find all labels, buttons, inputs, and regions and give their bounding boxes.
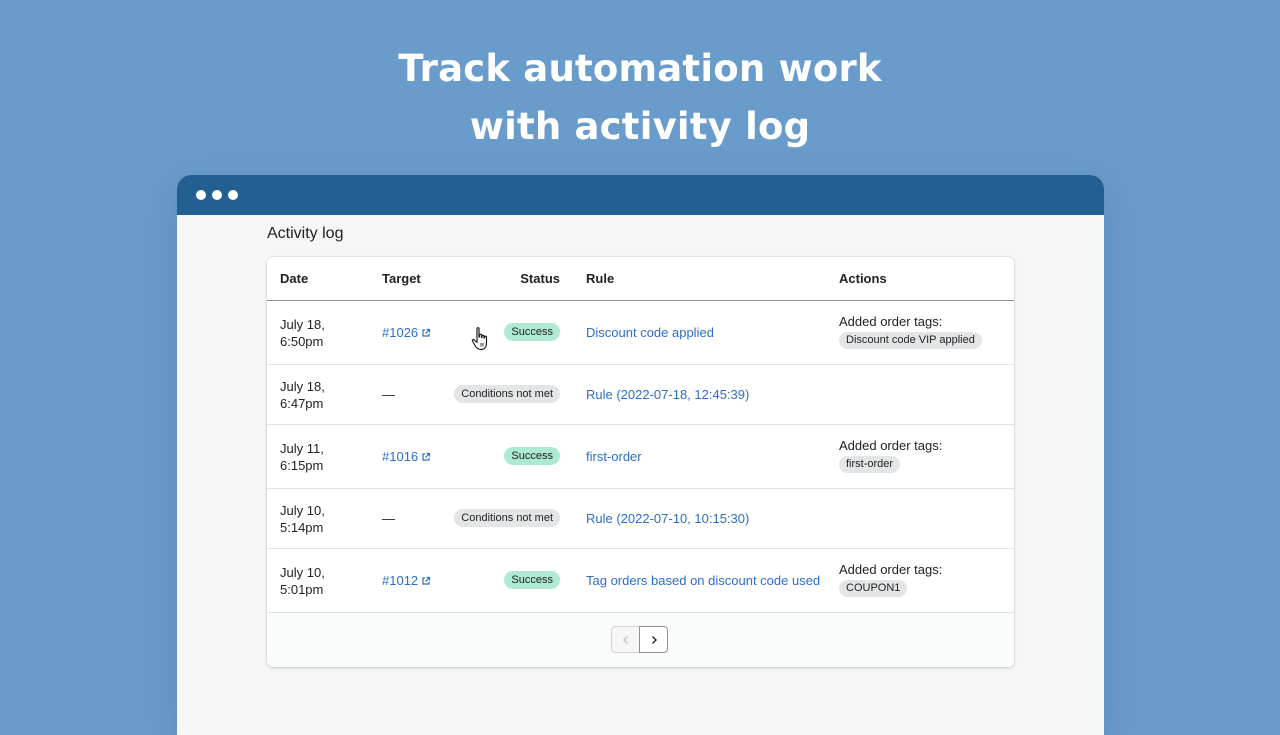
pagination: [611, 626, 668, 653]
status-badge-cell: Conditions not met: [454, 384, 560, 403]
column-header-status[interactable]: Status: [520, 257, 560, 300]
empty-target: —: [382, 510, 395, 526]
rule-link[interactable]: Tag orders based on discount code used: [586, 573, 820, 588]
empty-target: —: [382, 386, 395, 402]
date-line: July 18,: [280, 378, 325, 394]
chevron-left-icon: [622, 635, 628, 644]
action-label: Added order tags:: [839, 437, 943, 453]
rule-link[interactable]: Rule (2022-07-10, 10:15:30): [586, 511, 749, 526]
status-badge-cell: Conditions not met: [454, 508, 560, 527]
external-link-icon: [422, 328, 431, 337]
table-row: July 10, 5:01pm #1012 Success Tag orders…: [267, 549, 1014, 613]
order-link[interactable]: #1012: [382, 573, 431, 588]
table-row: July 18, 6:50pm #1026 Success Discount c…: [267, 301, 1014, 365]
table-header-row: Date Target Status Rule Actions: [267, 257, 1014, 301]
date-cell: July 18, 6:50pm: [280, 316, 325, 350]
external-link-icon: [422, 452, 431, 461]
column-header-actions[interactable]: Actions: [839, 257, 887, 300]
status-badge: Conditions not met: [454, 384, 560, 403]
headline-line-2: with activity log: [469, 105, 811, 148]
date-cell: July 18, 6:47pm: [280, 378, 325, 412]
date-cell: July 11, 6:15pm: [280, 440, 324, 474]
order-number: #1016: [382, 448, 419, 464]
order-number: #1012: [382, 572, 419, 588]
order-tag: COUPON1: [839, 579, 908, 597]
actions-cell: Added order tags: first-order: [839, 438, 942, 473]
page-title: Activity log: [267, 225, 344, 242]
date-line: July 18,: [280, 316, 325, 332]
rule-link[interactable]: Discount code applied: [586, 325, 714, 340]
actions-cell: Added order tags: COUPON1: [839, 562, 942, 597]
status-badge-cell: Success: [504, 322, 560, 341]
status-badge: Success: [504, 322, 560, 341]
status-badge: Success: [504, 570, 560, 589]
date-cell: July 10, 5:01pm: [280, 564, 325, 598]
table-row: July 10, 5:14pm — Conditions not met Rul…: [267, 489, 1014, 549]
column-header-date[interactable]: Date: [280, 257, 308, 300]
column-header-rule[interactable]: Rule: [586, 257, 614, 300]
order-tag: first-order: [839, 455, 901, 473]
headline-line-1: Track automation work: [398, 47, 882, 90]
status-badge: Conditions not met: [454, 508, 560, 527]
activity-log-card: Date Target Status Rule Actions July 18,…: [267, 257, 1014, 667]
rule-link[interactable]: Rule (2022-07-18, 12:45:39): [586, 387, 749, 402]
order-tag: Discount code VIP applied: [839, 331, 982, 349]
status-badge-cell: Success: [504, 570, 560, 589]
hand-pointer-cursor-icon: [471, 327, 488, 351]
action-label: Added order tags:: [839, 313, 943, 329]
date-cell: July 10, 5:14pm: [280, 502, 325, 536]
order-number: #1026: [382, 324, 419, 340]
table-row: July 18, 6:47pm — Conditions not met Rul…: [267, 365, 1014, 425]
status-badge-cell: Success: [504, 446, 560, 465]
table-footer: [267, 613, 1014, 667]
time-line: 6:15pm: [280, 457, 324, 473]
headline: Track automation work with activity log: [0, 40, 1280, 156]
action-label: Added order tags:: [839, 561, 943, 577]
date-line: July 11,: [280, 440, 324, 456]
window-dot-icon: [228, 190, 238, 200]
window-dot-icon: [212, 190, 222, 200]
time-line: 5:14pm: [280, 519, 324, 535]
next-page-button[interactable]: [639, 626, 668, 653]
column-header-target[interactable]: Target: [382, 257, 421, 300]
window-dot-icon: [196, 190, 206, 200]
chevron-right-icon: [651, 635, 657, 644]
status-badge: Success: [504, 446, 560, 465]
order-link[interactable]: #1016: [382, 449, 431, 464]
order-link[interactable]: #1026: [382, 325, 431, 340]
time-line: 6:50pm: [280, 333, 324, 349]
rule-link[interactable]: first-order: [586, 449, 642, 464]
previous-page-button[interactable]: [611, 626, 640, 653]
window-titlebar: [177, 175, 1104, 215]
table-body: July 18, 6:50pm #1026 Success Discount c…: [267, 301, 1014, 613]
app-window: Activity log Date Target Status Rule Act…: [177, 175, 1104, 735]
table-row: July 11, 6:15pm #1016 Success first-orde…: [267, 425, 1014, 489]
date-line: July 10,: [280, 564, 325, 580]
actions-cell: Added order tags: Discount code VIP appl…: [839, 314, 982, 349]
time-line: 5:01pm: [280, 581, 324, 597]
date-line: July 10,: [280, 502, 325, 518]
external-link-icon: [422, 576, 431, 585]
time-line: 6:47pm: [280, 395, 324, 411]
